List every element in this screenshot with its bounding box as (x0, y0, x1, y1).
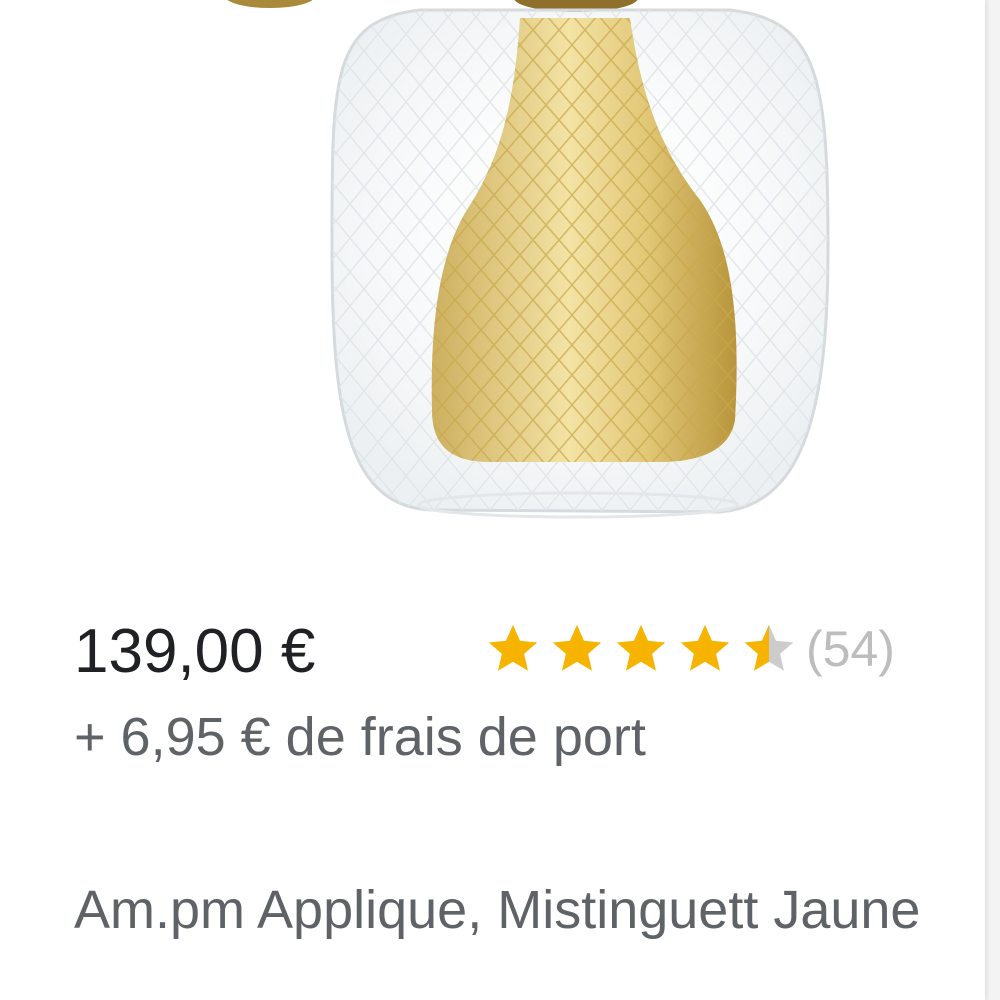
product-title[interactable]: Am.pm Applique, Mistinguett Jaune (74, 870, 954, 950)
star-full-icon (488, 624, 538, 671)
product-rating[interactable]: (54) (484, 614, 895, 684)
product-price: 139,00 € (74, 617, 316, 686)
product-card[interactable]: 139,00 € (54) + 6,95 € de frais de port … (0, 0, 985, 1000)
review-count[interactable]: (54) (806, 614, 895, 684)
star-full-icon (616, 624, 666, 671)
product-image[interactable] (0, 0, 985, 560)
star-full-icon (552, 624, 602, 671)
shipping-cost: + 6,95 € de frais de port (74, 707, 646, 767)
star-full-icon (680, 624, 730, 671)
star-half-icon (744, 624, 794, 671)
